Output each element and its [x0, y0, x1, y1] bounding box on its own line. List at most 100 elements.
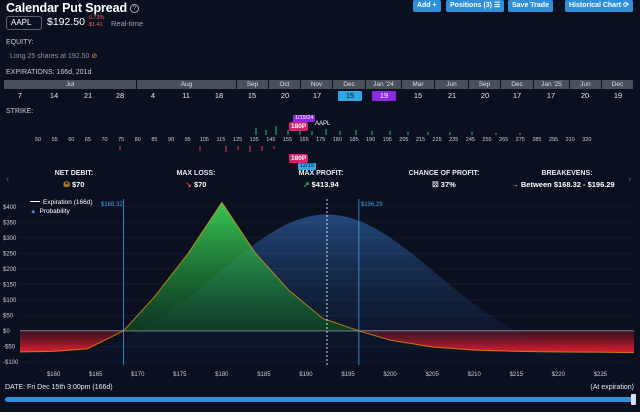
x-tick-label: $220: [552, 372, 566, 378]
date-slider[interactable]: [5, 397, 633, 402]
max-profit-label: MAX PROFIT:: [298, 170, 344, 177]
strike-tick[interactable]: 180: [333, 137, 342, 143]
historical-chart-button[interactable]: Historical Chart ⟳: [565, 0, 633, 12]
short-put-tag[interactable]: 180P: [289, 154, 309, 163]
strike-tick[interactable]: 60: [68, 137, 74, 143]
ticker-input[interactable]: AAPL: [6, 16, 42, 30]
strike-tick[interactable]: 295: [549, 137, 558, 143]
payoff-chart[interactable]: $400 $350 $300 $250 $200 $150 $100 $50 $0 -$50 -$1…: [0, 193, 640, 381]
positions-button[interactable]: Positions (3) ☰: [446, 0, 505, 12]
strike-markers-top: [30, 126, 590, 136]
strike-tick[interactable]: 80: [135, 137, 141, 143]
strike-tick[interactable]: 50: [35, 137, 41, 143]
day-item[interactable]: 17: [505, 91, 529, 101]
strike-tick[interactable]: 265: [499, 137, 508, 143]
day-item[interactable]: 20: [573, 91, 597, 101]
x-tick-label: $225: [594, 372, 608, 378]
short-leg-date: 12/15: [298, 163, 316, 170]
hide-icon[interactable]: ⊘: [91, 53, 97, 60]
y-tick-label: $250: [3, 251, 17, 257]
day-item[interactable]: 17: [305, 91, 329, 101]
realtime-label: Real-time: [111, 19, 144, 28]
day-item[interactable]: 15: [406, 91, 430, 101]
breakevens-label: BREAKEVENS:: [541, 170, 593, 177]
strike-tick[interactable]: 175: [316, 137, 325, 143]
day-item[interactable]: 7: [8, 91, 32, 101]
y-tick-label: $400: [3, 205, 17, 211]
strike-tick[interactable]: 310: [566, 137, 575, 143]
price-change: -0.73% -$1.41: [87, 15, 104, 28]
strike-tick[interactable]: 85: [151, 137, 157, 143]
date-label: DATE: Fri Dec 15th 3:00pm (166d): [5, 384, 113, 391]
y-tick-label: $100: [3, 298, 17, 304]
add-button[interactable]: Add +: [413, 0, 441, 12]
strike-tick[interactable]: 285: [532, 137, 541, 143]
dice-icon: ⚄: [432, 180, 439, 189]
net-debit-label: NET DEBIT:: [54, 170, 94, 177]
day-item[interactable]: 19: [606, 91, 630, 101]
y-tick-label: $50: [3, 313, 14, 319]
strike-tick[interactable]: 195: [383, 137, 392, 143]
day-item[interactable]: 21: [440, 91, 464, 101]
x-tick-label: $180: [215, 372, 229, 378]
day-item[interactable]: 20: [273, 91, 297, 101]
long-put-tag[interactable]: 180P: [289, 122, 309, 131]
day-item[interactable]: 4: [141, 91, 165, 101]
strike-tick[interactable]: 225: [433, 137, 442, 143]
chance-value: ⚄ 37%: [402, 180, 486, 189]
strike-tick[interactable]: 75: [118, 137, 124, 143]
day-item[interactable]: 28: [108, 91, 132, 101]
strike-tick[interactable]: 205: [399, 137, 408, 143]
strike-tick[interactable]: 165: [299, 137, 308, 143]
y-tick-label: -$100: [3, 360, 19, 366]
month-nov: Nov: [301, 80, 333, 89]
strike-tick[interactable]: 95: [185, 137, 191, 143]
strike-tick[interactable]: 125: [233, 137, 242, 143]
day-item-selected-long[interactable]: 19: [372, 91, 396, 101]
legend-probability[interactable]: ▲ Probability: [30, 208, 93, 215]
strike-tick[interactable]: 105: [200, 137, 209, 143]
chance-label: CHANCE OF PROFIT:: [408, 170, 480, 177]
date-slider-handle[interactable]: [631, 394, 636, 405]
strike-tick[interactable]: 235: [449, 137, 458, 143]
x-tick-label: $215: [510, 372, 524, 378]
help-icon[interactable]: ?: [130, 4, 140, 13]
strike-tick[interactable]: 190: [366, 137, 375, 143]
strike-tick[interactable]: 135: [250, 137, 259, 143]
day-item[interactable]: 11: [174, 91, 198, 101]
strike-tick[interactable]: 90: [168, 137, 174, 143]
aapl-marker: AAPL: [315, 121, 331, 127]
day-item[interactable]: 15: [240, 91, 264, 101]
strike-tick[interactable]: 65: [85, 137, 91, 143]
month-dec2: Dec: [501, 80, 534, 89]
strike-tick[interactable]: 320: [582, 137, 591, 143]
breakevens-value-text: Between $168.32 - $196.29: [520, 180, 615, 189]
day-item[interactable]: 17: [539, 91, 563, 101]
strike-tick[interactable]: 275: [516, 137, 525, 143]
strike-tick[interactable]: 115: [217, 137, 226, 143]
strike-tick[interactable]: 70: [101, 137, 107, 143]
day-item[interactable]: 18: [207, 91, 231, 101]
day-item-selected-short[interactable]: 15: [338, 91, 362, 101]
equity-value[interactable]: Long 25 shares at 192.50 ⊘: [10, 52, 97, 60]
save-trade-button[interactable]: Save Trade: [508, 0, 553, 12]
x-tick-label: $210: [468, 372, 482, 378]
chevron-right-icon[interactable]: ›: [628, 174, 631, 185]
x-tick-label: $165: [89, 372, 103, 378]
expirations-label: EXPIRATIONS: 166d, 201d: [6, 69, 92, 76]
strike-tick[interactable]: 185: [349, 137, 358, 143]
strike-tick[interactable]: 245: [466, 137, 475, 143]
expiration-days: 7 14 21 28 4 11 18 15 20 17 15 19 15 21 …: [4, 91, 634, 101]
day-item[interactable]: 21: [76, 91, 100, 101]
strike-tick[interactable]: 215: [416, 137, 425, 143]
strike-tick[interactable]: 255: [482, 137, 491, 143]
legend-expiration[interactable]: Expiration (166d): [30, 199, 93, 206]
chevron-left-icon[interactable]: ‹: [6, 174, 9, 185]
day-item[interactable]: 20: [473, 91, 497, 101]
page-title: Calendar Put Spread?: [6, 1, 140, 15]
day-item[interactable]: 14: [42, 91, 66, 101]
strike-tick[interactable]: 145: [266, 137, 275, 143]
strike-tick[interactable]: 155: [283, 137, 292, 143]
y-tick-label: $350: [3, 220, 17, 226]
strike-tick[interactable]: 55: [52, 137, 58, 143]
